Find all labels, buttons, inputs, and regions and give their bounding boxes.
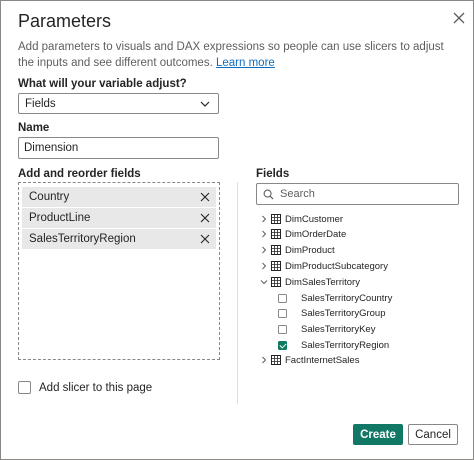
chevron-right-icon[interactable] (259, 355, 269, 365)
table-icon (271, 277, 281, 287)
name-label: Name (18, 122, 50, 134)
cancel-button[interactable]: Cancel (408, 424, 458, 445)
learn-more-link[interactable]: Learn more (216, 57, 275, 69)
field-chip-label: ProductLine (29, 212, 91, 224)
field-name: SalesTerritoryKey (301, 323, 376, 335)
close-icon[interactable] (449, 8, 469, 28)
field-chip-label: SalesTerritoryRegion (29, 233, 136, 245)
fields-label: Fields (256, 168, 290, 180)
field-checkbox[interactable] (278, 324, 287, 334)
field-chip[interactable]: Country (22, 187, 216, 207)
create-button[interactable]: Create (353, 424, 403, 445)
field-chip[interactable]: SalesTerritoryRegion (22, 229, 216, 249)
field-name: SalesTerritoryRegion (301, 339, 390, 351)
field-item[interactable]: SalesTerritoryRegion (278, 338, 389, 352)
chevron-right-icon[interactable] (259, 214, 269, 224)
column-divider (237, 182, 238, 404)
field-name: SalesTerritoryGroup (301, 307, 386, 319)
table-name: DimSalesTerritory (285, 276, 360, 288)
dialog-title: Parameters (18, 11, 112, 31)
remove-icon[interactable] (200, 213, 210, 223)
table-name: DimCustomer (285, 213, 344, 225)
field-chip[interactable]: ProductLine (22, 208, 216, 228)
chevron-right-icon[interactable] (259, 245, 269, 255)
add-slicer-label: Add slicer to this page (39, 381, 153, 394)
search-placeholder: Search (280, 188, 315, 200)
dialog-description: Add parameters to visuals and DAX expres… (18, 40, 458, 71)
field-checkbox-checked[interactable] (278, 340, 287, 350)
chevron-down-icon (200, 101, 210, 107)
field-checkbox[interactable] (278, 293, 287, 303)
tree-table-dimorderdate[interactable]: DimOrderDate (259, 227, 346, 241)
add-slicer-option[interactable]: Add slicer to this page (18, 381, 152, 394)
table-icon (271, 229, 281, 239)
table-icon (271, 245, 281, 255)
table-icon (271, 214, 281, 224)
tree-table-dimproductsubcategory[interactable]: DimProductSubcategory (259, 259, 388, 273)
field-chip-label: Country (29, 191, 70, 203)
add-slicer-checkbox[interactable] (18, 381, 31, 394)
field-item[interactable]: SalesTerritoryCountry (278, 291, 392, 305)
name-input[interactable] (18, 137, 219, 159)
chevron-right-icon[interactable] (259, 229, 269, 239)
table-name: DimProductSubcategory (285, 260, 388, 272)
variable-selected-value: Fields (25, 97, 56, 110)
chevron-right-icon[interactable] (259, 261, 269, 271)
tree-table-factinternetsales[interactable]: FactInternetSales (259, 353, 359, 367)
chevron-down-icon[interactable] (259, 277, 269, 287)
tree-table-dimproduct[interactable]: DimProduct (259, 243, 335, 257)
fields-search-box[interactable]: Search (256, 183, 459, 205)
field-checkbox[interactable] (278, 308, 287, 318)
field-name: SalesTerritoryCountry (301, 292, 393, 304)
table-name: DimOrderDate (285, 228, 347, 240)
table-icon (271, 355, 281, 365)
table-icon (271, 261, 281, 271)
variable-label: What will your variable adjust? (18, 78, 187, 90)
table-name: DimProduct (285, 244, 335, 256)
variable-dropdown[interactable]: Fields (18, 93, 219, 114)
field-item[interactable]: SalesTerritoryKey (278, 322, 375, 336)
reorder-fields-box[interactable]: Country ProductLine SalesTerritoryRegion (18, 182, 220, 360)
reorder-label: Add and reorder fields (18, 168, 141, 180)
table-name: FactInternetSales (285, 354, 360, 366)
tree-table-dimcustomer[interactable]: DimCustomer (259, 212, 343, 226)
field-item[interactable]: SalesTerritoryGroup (278, 306, 385, 320)
search-icon (263, 189, 274, 200)
tree-table-dimsalesterritory[interactable]: DimSalesTerritory (259, 275, 360, 289)
parameters-dialog: Parameters Add parameters to visuals and… (0, 0, 474, 460)
remove-icon[interactable] (200, 234, 210, 244)
remove-icon[interactable] (200, 192, 210, 202)
